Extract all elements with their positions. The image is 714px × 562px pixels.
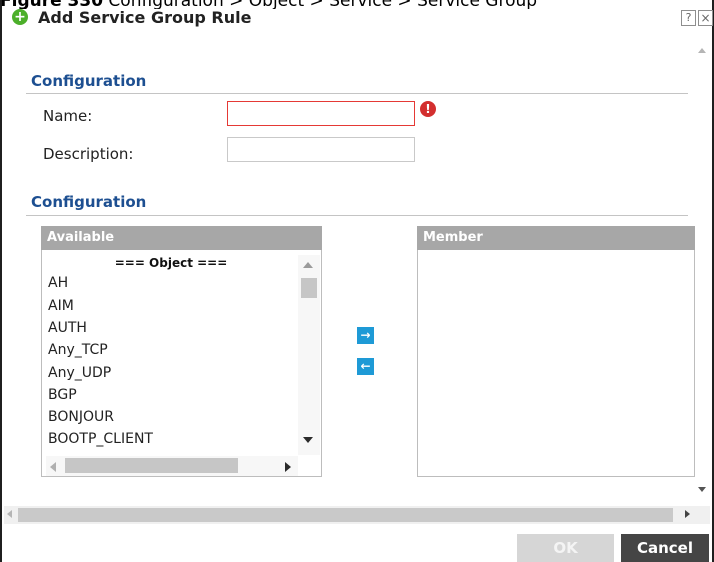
name-input[interactable]	[227, 101, 415, 126]
scroll-down-icon[interactable]	[303, 437, 313, 443]
member-header: Member	[417, 226, 695, 250]
available-list-horizontal-scroll-thumb[interactable]	[65, 458, 238, 473]
description-input[interactable]	[227, 137, 415, 162]
list-item[interactable]: BGP	[48, 387, 77, 403]
scroll-left-icon[interactable]	[50, 462, 56, 472]
dialog-scroll-left-icon[interactable]	[7, 510, 12, 518]
available-list[interactable]: === Object === AH AIM AUTH Any_TCP Any_U…	[41, 250, 322, 477]
list-item[interactable]: Any_TCP	[48, 342, 108, 358]
help-button[interactable]: ?	[681, 10, 696, 26]
name-label: Name:	[43, 107, 93, 125]
dialog-scroll-up-icon[interactable]	[698, 48, 706, 53]
section-title-configuration: Configuration	[31, 72, 147, 90]
list-item[interactable]: BONJOUR	[48, 409, 114, 425]
member-list[interactable]	[417, 250, 695, 477]
dialog-title: Add Service Group Rule	[38, 8, 252, 27]
dialog-horizontal-scroll-thumb[interactable]	[18, 508, 673, 522]
section-divider	[26, 215, 688, 216]
section-divider	[26, 93, 688, 94]
ok-button[interactable]: OK	[517, 534, 614, 562]
available-header: Available	[41, 226, 322, 250]
required-error-icon: !	[420, 101, 436, 117]
list-item[interactable]: AUTH	[48, 320, 87, 336]
list-item[interactable]: AH	[48, 275, 68, 291]
list-item[interactable]: AIM	[48, 298, 74, 314]
scroll-up-icon[interactable]	[303, 262, 313, 268]
list-item[interactable]: BOOTP_CLIENT	[48, 431, 153, 447]
dialog-titlebar: + Add Service Group Rule ? ×	[4, 8, 713, 32]
remove-from-member-button[interactable]: ←	[357, 358, 374, 375]
add-service-group-rule-dialog: + Add Service Group Rule ? × Configurati…	[0, 0, 714, 562]
add-to-member-button[interactable]: →	[357, 327, 374, 344]
close-button[interactable]: ×	[698, 10, 713, 26]
scroll-right-icon[interactable]	[285, 462, 291, 472]
list-item[interactable]: Any_UDP	[48, 365, 111, 381]
add-icon: +	[12, 9, 28, 25]
section-title-members: Configuration	[31, 193, 147, 211]
available-list-group-header: === Object ===	[114, 256, 228, 270]
cancel-button[interactable]: Cancel	[621, 534, 709, 562]
description-label: Description:	[43, 145, 134, 163]
dialog-scroll-down-icon[interactable]	[698, 487, 706, 492]
dialog-scroll-right-icon[interactable]	[685, 510, 690, 518]
available-list-vertical-scroll-thumb[interactable]	[301, 278, 317, 298]
